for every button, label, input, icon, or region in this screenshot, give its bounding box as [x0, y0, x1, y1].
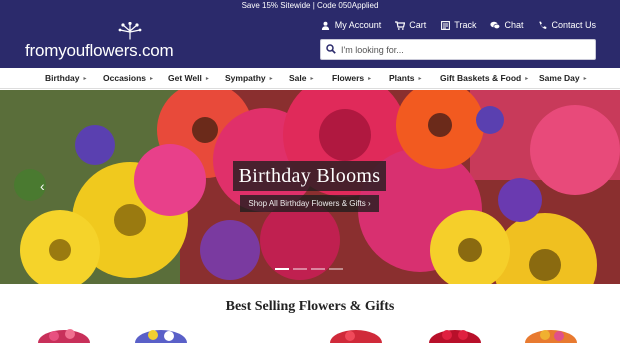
nav-label: Gift Baskets & Food — [440, 73, 522, 83]
carousel-dot[interactable] — [311, 268, 325, 270]
search-icon[interactable] — [326, 41, 336, 59]
nav-item-sale[interactable]: Sale ▸ — [289, 73, 314, 83]
promo-banner[interactable]: Save 15% Sitewide | Code 050Applied — [0, 0, 620, 12]
nav-label: Plants — [389, 73, 415, 83]
chevron-right-icon: ▸ — [525, 75, 529, 82]
chevron-right-icon: ▸ — [269, 75, 273, 82]
track-label: Track — [454, 20, 477, 30]
carousel-dot[interactable] — [275, 268, 289, 270]
carousel-dots — [275, 268, 343, 270]
logo-text: fromyouflowers.com — [25, 41, 174, 60]
product-thumbnail[interactable] — [36, 322, 92, 343]
flower-logo-icon — [118, 22, 142, 40]
my-account-link[interactable]: My Account — [321, 20, 382, 30]
search-input[interactable] — [341, 44, 581, 55]
section-title: Best Selling Flowers & Gifts — [225, 299, 395, 314]
product-thumbnail[interactable] — [427, 322, 483, 343]
chevron-right-icon: ▸ — [83, 75, 87, 82]
chat-link[interactable]: Chat — [490, 20, 523, 30]
nav-label: Sale — [289, 73, 307, 83]
site-header: fromyouflowers.com My Account Cart Track… — [0, 12, 620, 68]
nav-label: Sympathy — [225, 73, 266, 83]
nav-label: Get Well — [168, 73, 202, 83]
nav-label: Birthday — [45, 73, 80, 83]
nav-item-same-day[interactable]: Same Day ▸ — [539, 73, 587, 83]
chevron-right-icon: ▸ — [150, 75, 154, 82]
hero-title[interactable]: Birthday Blooms — [233, 161, 386, 191]
track-link[interactable]: Track — [440, 20, 476, 30]
cart-link[interactable]: Cart — [395, 20, 426, 30]
my-account-label: My Account — [334, 20, 382, 30]
nav-label: Occasions — [103, 73, 146, 83]
nav-item-flowers[interactable]: Flowers ▸ — [332, 73, 371, 83]
carousel-dot[interactable] — [293, 268, 307, 270]
hero-cta-button[interactable]: Shop All Birthday Flowers & Gifts › — [240, 195, 379, 212]
contact-us-label: Contact Us — [551, 20, 596, 30]
nav-item-get-well[interactable]: Get Well ▸ — [168, 73, 209, 83]
chevron-right-icon: ▸ — [368, 75, 372, 82]
nav-item-occasions[interactable]: Occasions ▸ — [103, 73, 153, 83]
chat-icon — [490, 20, 501, 30]
chevron-left-icon[interactable]: ‹ — [40, 177, 54, 195]
nav-item-plants[interactable]: Plants ▸ — [389, 73, 422, 83]
cart-label: Cart — [409, 20, 427, 30]
nav-item-sympathy[interactable]: Sympathy ▸ — [225, 73, 273, 83]
cart-icon — [395, 20, 406, 30]
product-thumbnails — [0, 322, 620, 343]
search-box[interactable] — [320, 39, 596, 60]
chevron-right-icon: ▸ — [310, 75, 314, 82]
product-thumbnail[interactable] — [133, 322, 189, 343]
chevron-right-icon: ▸ — [205, 75, 209, 82]
contact-us-link[interactable]: Contact Us — [537, 20, 596, 30]
nav-item-birthday[interactable]: Birthday ▸ — [45, 73, 87, 83]
product-thumbnail[interactable] — [523, 322, 579, 343]
nav-label: Same Day — [539, 73, 580, 83]
user-icon — [321, 20, 331, 30]
carousel-dot[interactable] — [329, 268, 343, 270]
chevron-right-icon: ▸ — [418, 75, 422, 82]
nav-label: Flowers — [332, 73, 365, 83]
track-icon — [440, 20, 450, 30]
utility-nav: My Account Cart Track Chat Contact Us — [321, 20, 596, 30]
product-thumbnail[interactable] — [328, 322, 384, 343]
chat-label: Chat — [504, 20, 524, 30]
nav-item-gift-baskets[interactable]: Gift Baskets & Food ▸ — [440, 73, 528, 83]
chevron-right-icon: ▸ — [583, 75, 587, 82]
phone-icon — [537, 20, 547, 30]
